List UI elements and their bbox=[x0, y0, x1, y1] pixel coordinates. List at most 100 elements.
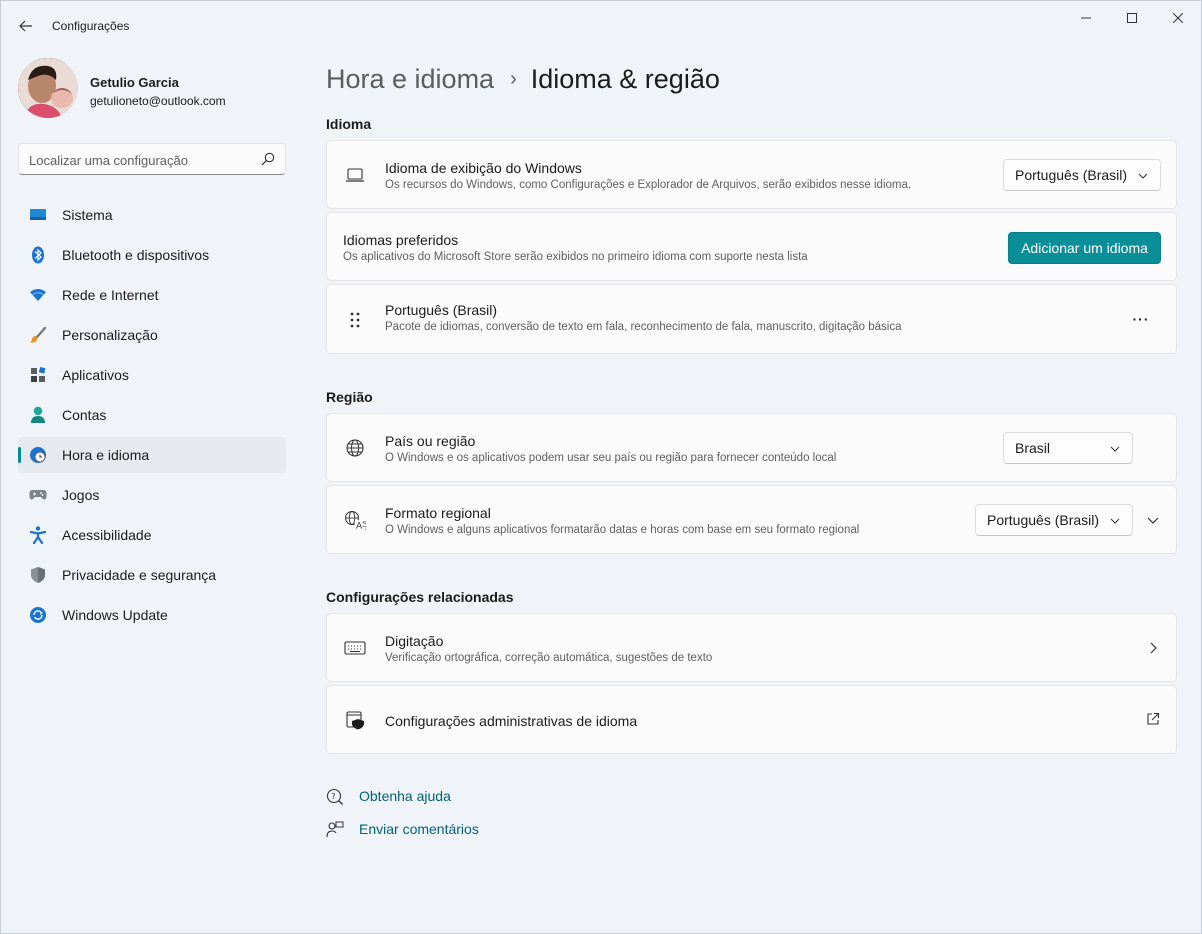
dropdown-value: Brasil bbox=[1015, 440, 1051, 456]
regional-format-icon: A字 bbox=[344, 509, 366, 531]
profile-name: Getulio Garcia bbox=[90, 75, 179, 90]
preferred-languages-card: Idiomas preferidos Os aplicativos do Mic… bbox=[326, 212, 1177, 281]
card-title: Idioma de exibição do Windows bbox=[385, 160, 582, 176]
feedback-icon bbox=[326, 821, 344, 838]
title-bar: Configurações bbox=[1, 1, 1201, 49]
chevron-down-icon bbox=[1110, 518, 1120, 524]
sidebar-item-label: Hora e idioma bbox=[62, 447, 150, 463]
dropdown-value: Português (Brasil) bbox=[1015, 167, 1128, 183]
avatar bbox=[18, 58, 78, 118]
maximize-button[interactable] bbox=[1109, 1, 1155, 35]
profile-email: getulioneto@outlook.com bbox=[90, 94, 226, 108]
chevron-down-icon bbox=[1110, 446, 1120, 452]
regional-format-dropdown[interactable]: Português (Brasil) bbox=[975, 504, 1133, 536]
search-box[interactable] bbox=[18, 143, 286, 175]
svg-text:?: ? bbox=[331, 792, 335, 801]
country-dropdown[interactable]: Brasil bbox=[1003, 432, 1133, 464]
sidebar-item-label: Bluetooth e dispositivos bbox=[62, 247, 210, 263]
sidebar-item-label: Personalização bbox=[62, 327, 158, 343]
card-subtitle: O Windows e os aplicativos podem usar se… bbox=[385, 452, 837, 464]
bluetooth-icon bbox=[29, 246, 47, 264]
settings-window: Configurações Getulio Garcia getulioneto… bbox=[0, 0, 1202, 934]
drag-handle-icon[interactable] bbox=[344, 309, 366, 331]
sidebar-item-label: Acessibilidade bbox=[62, 527, 152, 543]
sidebar-item-jogos[interactable]: Jogos bbox=[18, 477, 286, 513]
back-button[interactable] bbox=[11, 11, 41, 41]
expand-chevron-icon[interactable] bbox=[1147, 514, 1159, 526]
admin-language-card[interactable]: Configurações administrativas de idioma bbox=[326, 685, 1177, 754]
card-title: Idiomas preferidos bbox=[343, 232, 459, 248]
page-title: Idioma & região bbox=[530, 63, 720, 94]
gamepad-icon bbox=[29, 486, 47, 504]
add-language-button[interactable]: Adicionar um idioma bbox=[1008, 232, 1161, 264]
language-pack-card: Português (Brasil) Pacote de idiomas, co… bbox=[326, 284, 1177, 354]
breadcrumb: Hora e idioma › Idioma & região bbox=[326, 61, 720, 97]
brush-icon bbox=[29, 326, 47, 344]
display-language-dropdown[interactable]: Português (Brasil) bbox=[1003, 159, 1161, 191]
sidebar-item-personalizacao[interactable]: Personalização bbox=[18, 317, 286, 353]
minimize-icon bbox=[1081, 17, 1091, 19]
card-title: Português (Brasil) bbox=[385, 302, 498, 318]
dropdown-value: Português (Brasil) bbox=[987, 512, 1100, 528]
section-title-region: Região bbox=[326, 389, 373, 405]
sidebar-item-label: Sistema bbox=[62, 207, 113, 223]
card-title: Configurações administrativas de idioma bbox=[385, 713, 638, 729]
card-subtitle: Os recursos do Windows, como Configuraçõ… bbox=[385, 179, 912, 191]
sidebar-item-contas[interactable]: Contas bbox=[18, 397, 286, 433]
card-title: Formato regional bbox=[385, 505, 491, 521]
sidebar-item-label: Windows Update bbox=[62, 607, 168, 623]
globe-icon bbox=[344, 437, 366, 459]
chevron-right-icon bbox=[1150, 642, 1157, 654]
sidebar-nav: Sistema Bluetooth e dispositivos Rede e … bbox=[18, 197, 286, 637]
sidebar-item-label: Jogos bbox=[62, 487, 100, 503]
svg-text:A字: A字 bbox=[356, 520, 366, 531]
section-title-language: Idioma bbox=[326, 116, 372, 132]
accessibility-icon bbox=[29, 526, 47, 544]
sidebar-item-label: Rede e Internet bbox=[62, 287, 159, 303]
time-language-icon bbox=[29, 446, 47, 464]
display-language-card: Idioma de exibição do Windows Os recurso… bbox=[326, 140, 1177, 209]
more-options-button[interactable]: ··· bbox=[1123, 305, 1159, 333]
typing-card[interactable]: Digitação Verificação ortográfica, corre… bbox=[326, 613, 1177, 682]
sidebar-item-label: Aplicativos bbox=[62, 367, 129, 383]
account-icon bbox=[29, 406, 47, 424]
shield-icon bbox=[29, 566, 47, 584]
chevron-down-icon bbox=[1138, 173, 1148, 179]
breadcrumb-parent[interactable]: Hora e idioma bbox=[326, 64, 494, 95]
sidebar-item-sistema[interactable]: Sistema bbox=[18, 197, 286, 233]
sidebar-item-aplicativos[interactable]: Aplicativos bbox=[18, 357, 286, 393]
sidebar-item-rede[interactable]: Rede e Internet bbox=[18, 277, 286, 313]
minimize-button[interactable] bbox=[1063, 1, 1109, 35]
update-icon bbox=[29, 606, 47, 624]
search-input[interactable] bbox=[29, 150, 249, 170]
laptop-icon bbox=[344, 164, 366, 186]
sidebar-item-acessibilidade[interactable]: Acessibilidade bbox=[18, 517, 286, 553]
get-help-label: Obtenha ajuda bbox=[359, 788, 451, 804]
send-feedback-label: Enviar comentários bbox=[359, 821, 479, 837]
sidebar-item-label: Contas bbox=[62, 407, 107, 423]
close-icon bbox=[1173, 13, 1183, 23]
card-title: País ou região bbox=[385, 433, 476, 449]
maximize-icon bbox=[1127, 13, 1137, 23]
card-subtitle: Verificação ortográfica, correção automá… bbox=[385, 652, 713, 664]
system-icon bbox=[29, 206, 47, 224]
regional-format-card[interactable]: A字 Formato regional O Windows e alguns a… bbox=[326, 485, 1177, 554]
card-title: Digitação bbox=[385, 633, 444, 649]
section-title-related: Configurações relacionadas bbox=[326, 589, 514, 605]
search-icon bbox=[261, 152, 275, 166]
keyboard-icon bbox=[344, 637, 366, 659]
wifi-icon bbox=[29, 286, 47, 304]
country-card: País ou região O Windows e os aplicativo… bbox=[326, 413, 1177, 482]
close-button[interactable] bbox=[1155, 1, 1201, 35]
card-subtitle: Os aplicativos do Microsoft Store serão … bbox=[343, 251, 808, 263]
sidebar-item-privacidade[interactable]: Privacidade e segurança bbox=[18, 557, 286, 593]
external-link-icon bbox=[1147, 712, 1160, 725]
help-icon: ? bbox=[326, 788, 343, 805]
admin-settings-icon bbox=[344, 709, 366, 731]
sidebar-item-windows-update[interactable]: Windows Update bbox=[18, 597, 286, 633]
sidebar-item-bluetooth[interactable]: Bluetooth e dispositivos bbox=[18, 237, 286, 273]
window-title: Configurações bbox=[52, 19, 130, 33]
sidebar-item-hora-idioma[interactable]: Hora e idioma bbox=[18, 437, 286, 473]
breadcrumb-separator: › bbox=[510, 67, 517, 90]
sidebar-item-label: Privacidade e segurança bbox=[62, 567, 217, 583]
